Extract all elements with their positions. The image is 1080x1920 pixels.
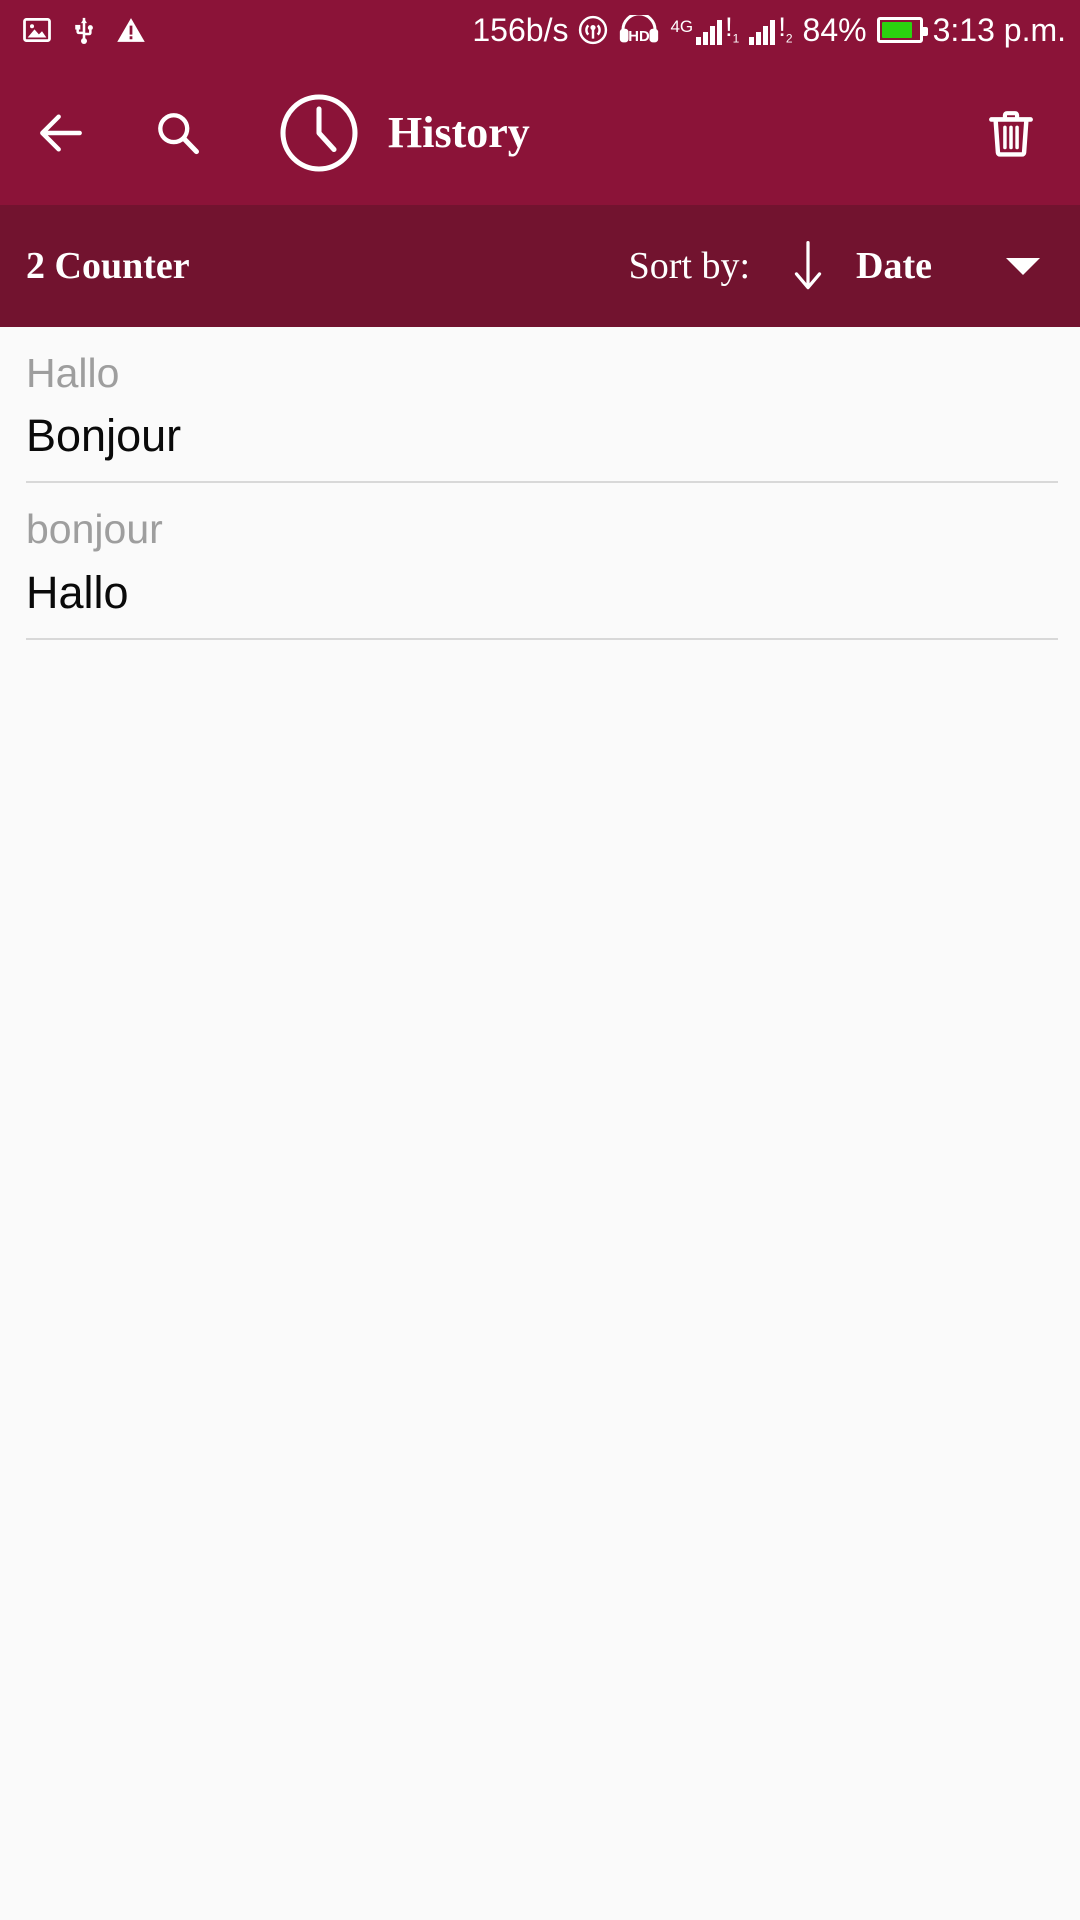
image-icon (22, 15, 52, 45)
svg-text:HD: HD (629, 29, 651, 45)
network-type-label: 4G (670, 17, 694, 37)
sort-controls[interactable]: Sort by: Date (629, 239, 1040, 293)
list-divider (26, 637, 1058, 640)
hd-call-icon: HD (618, 15, 660, 45)
status-bar: 156b/s HD 4G !1 !2 84% 3:13 p.m. (0, 0, 1080, 60)
data-speed-label: 156b/s (472, 12, 569, 48)
history-source-text: Hallo (26, 350, 120, 396)
hotspot-icon (578, 14, 608, 46)
sort-value-label[interactable]: Date (856, 247, 932, 285)
sort-by-label: Sort by: (628, 245, 751, 287)
back-button[interactable] (22, 94, 100, 172)
sim1-alert-label: !1 (725, 12, 740, 46)
clock-icon (274, 88, 364, 178)
sim1-signal-indicator: 4G !1 (670, 12, 740, 46)
app-bar-title-group: History (274, 88, 530, 178)
history-list: Hallo Bonjour bonjour Hallo (0, 327, 1080, 640)
sort-bar: 2 Counter Sort by: Date (0, 205, 1080, 327)
signal-bars-icon (749, 19, 776, 45)
signal-bars-icon (696, 19, 723, 45)
delete-history-button[interactable] (972, 94, 1050, 172)
search-button[interactable] (138, 94, 216, 172)
list-item[interactable]: Hallo Bonjour (0, 327, 1080, 484)
sim2-alert-label: !2 (778, 12, 793, 46)
status-bar-right-indicators: 156b/s HD 4G !1 !2 84% 3:13 p.m. (472, 14, 1066, 46)
list-item[interactable]: bonjour Hallo (0, 483, 1080, 640)
warning-icon (116, 16, 146, 44)
history-target-text: Hallo (26, 566, 129, 618)
history-target-text: Bonjour (26, 410, 182, 462)
sort-direction-button[interactable] (786, 239, 830, 293)
battery-fill (881, 22, 912, 38)
status-bar-left-icons (22, 15, 146, 45)
page-title: History (388, 107, 530, 157)
caret-down-icon[interactable] (1006, 257, 1040, 275)
clock-label: 3:13 p.m. (932, 12, 1066, 48)
history-source-text: bonjour (26, 506, 163, 553)
battery-icon (876, 17, 928, 43)
history-counter-label: 2 Counter (26, 245, 190, 287)
usb-icon (70, 15, 98, 45)
app-bar: History (0, 60, 1080, 205)
app-screen: 156b/s HD 4G !1 !2 84% 3:13 p.m. History… (0, 0, 1080, 1920)
battery-percent-label: 84% (802, 12, 867, 48)
sim2-signal-indicator: !2 (749, 12, 793, 46)
